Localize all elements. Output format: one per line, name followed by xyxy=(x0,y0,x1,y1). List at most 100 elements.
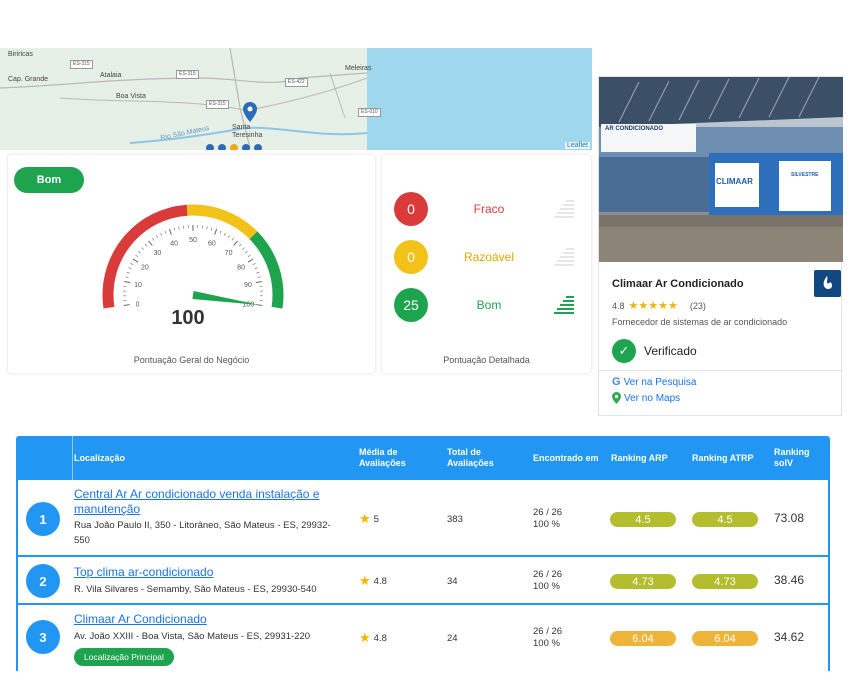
arp-pill: 4.73 xyxy=(610,574,676,589)
header-location[interactable]: Localização xyxy=(74,436,125,480)
gauge-tick xyxy=(233,240,238,246)
view-in-maps-label: Ver no Maps xyxy=(624,392,681,404)
gauge-tick xyxy=(227,235,230,239)
rating-value: 4.8 xyxy=(612,300,625,311)
gauge-tick-label: 80 xyxy=(237,264,245,271)
found-percent: 100 % xyxy=(533,581,560,592)
main-location-badge: Localização Principal xyxy=(74,648,174,666)
gauge-tick xyxy=(128,267,132,270)
location-name-link[interactable]: Central Ar Ar condicionado venda instala… xyxy=(74,487,344,517)
gauge-tick xyxy=(178,226,180,230)
gauge-needle xyxy=(192,291,261,306)
gauge-tick xyxy=(238,243,242,247)
detail-row-bom: 25 Bom xyxy=(394,288,584,324)
road-shield: ES-315 xyxy=(70,60,93,69)
business-name: Climaar Ar Condicionado xyxy=(612,278,744,290)
business-profile-card: AR CONDICIONADO CLIMAAR SILVESTRE Climaa… xyxy=(598,76,843,416)
header-found-in[interactable]: Encontrado em xyxy=(533,436,603,480)
gauge-arc-segment xyxy=(102,204,188,309)
map-cluster-markers[interactable] xyxy=(206,144,266,150)
photo-sign-text: AR CONDICIONADO xyxy=(605,126,663,132)
gauge-tick xyxy=(138,250,141,254)
map-place: Atalaia xyxy=(100,72,122,79)
header-ranking-arp[interactable]: Ranking ARP xyxy=(611,436,691,480)
gauge-tick-label: 50 xyxy=(189,237,197,244)
location-name-link[interactable]: Climaar Ar Condicionado xyxy=(74,612,344,627)
score-gauge: 010203040 50 60708090100 xyxy=(102,204,284,309)
gauge-tick xyxy=(247,254,251,258)
map-attribution[interactable]: Leaflet xyxy=(564,142,590,149)
gauge-tick xyxy=(214,228,218,235)
gauge-tick xyxy=(160,232,163,236)
check-icon: ✓ xyxy=(612,339,636,363)
table-row: 2 Top clima ar-condicionado R. Vila Silv… xyxy=(16,557,830,605)
gauge-tick-label: 10 xyxy=(134,282,142,289)
score-status-badge: Bom xyxy=(14,167,84,193)
signal-bars-icon xyxy=(554,200,574,218)
gauge-tick xyxy=(219,230,222,234)
found-count: 26 / 26 xyxy=(533,626,563,637)
avg-rating: ★ 5 xyxy=(359,511,379,527)
header-total-reviews[interactable]: Total de Avaliações xyxy=(447,436,517,480)
gauge-tick xyxy=(247,258,254,263)
atrp-pill: 4.73 xyxy=(692,574,758,589)
verified-label: Verificado xyxy=(644,344,697,358)
map-place: Meleiras xyxy=(345,65,372,72)
gauge-tick xyxy=(164,230,167,234)
gauge-tick xyxy=(156,235,159,239)
gauge-tick-label: 70 xyxy=(225,250,233,257)
detail-row-fraco: 0 Fraco xyxy=(394,192,584,228)
detail-label: Fraco xyxy=(473,202,505,216)
header-ranking-atrp[interactable]: Ranking ATRP xyxy=(692,436,772,480)
road-shield: ES-010 xyxy=(358,108,381,117)
overall-score-card: Bom 0 10 20 30 40 50 60 70 80 90 100 100 Pontuação… xyxy=(8,155,375,373)
gauge-tick xyxy=(242,247,245,250)
sea-area xyxy=(367,48,592,150)
verified-status: ✓ Verificado xyxy=(612,339,697,363)
map-panel[interactable]: Biriricas Cap. Grande Atalaia Boa Vista … xyxy=(0,48,592,150)
gauge-tick xyxy=(255,281,262,284)
gauge-tick-label: 60 xyxy=(208,240,216,247)
total-reviews: 383 xyxy=(447,514,463,525)
gauge-tick xyxy=(126,271,130,274)
avg-rating-value: 4.8 xyxy=(373,632,387,644)
gauge-tick xyxy=(123,304,130,306)
total-reviews: 34 xyxy=(447,576,458,587)
map-pin-icon[interactable] xyxy=(243,102,257,127)
maps-pin-icon xyxy=(612,392,621,404)
avg-rating: ★ 4.8 xyxy=(359,630,387,646)
detail-count-circle: 0 xyxy=(394,192,428,226)
gauge-tick xyxy=(173,227,176,231)
location-address: Av. João XXIII - Boa Vista, São Mateus -… xyxy=(74,631,311,642)
header-ranking-solv[interactable]: Ranking solV xyxy=(774,436,824,480)
detailed-score-caption: Pontuação Detalhada xyxy=(443,355,530,365)
star-icon: ★ xyxy=(359,630,371,645)
map-place: Boa Vista xyxy=(116,93,146,100)
business-photo[interactable]: AR CONDICIONADO CLIMAAR SILVESTRE xyxy=(599,77,843,262)
header-avg-reviews[interactable]: Média de Avaliações xyxy=(359,436,429,480)
location-name-link[interactable]: Top clima ar-condicionado xyxy=(74,565,344,580)
table-row: 1 Central Ar Ar condicionado venda insta… xyxy=(16,480,830,557)
rating-stars-icon: ★★★★★ xyxy=(628,300,678,312)
photo-sign-text: CLIMAAR xyxy=(716,177,753,186)
star-icon: ★ xyxy=(359,511,371,526)
avg-rating-value: 4.8 xyxy=(373,575,387,587)
gauge-tick xyxy=(124,281,131,284)
gauge-tick xyxy=(148,240,153,246)
avg-rating-value: 5 xyxy=(373,513,379,525)
detail-label: Razoável xyxy=(463,250,515,264)
star-icon: ★ xyxy=(359,573,371,588)
found-count: 26 / 26 xyxy=(533,507,563,518)
table-header: Localização Média de Avaliações Total de… xyxy=(16,436,830,480)
found-count: 26 / 26 xyxy=(533,569,563,580)
road-shield: ES-422 xyxy=(285,78,308,87)
business-category: Fornecedor de sistemas de ar condicionad… xyxy=(612,317,788,327)
view-in-maps-link[interactable]: Ver no Maps xyxy=(612,392,680,404)
view-in-search-link[interactable]: G Ver na Pesquisa xyxy=(612,376,696,388)
arp-pill: 4.5 xyxy=(610,512,676,527)
business-rating: 4.8 ★★★★★ (23) xyxy=(612,299,706,312)
map-place: Biriricas xyxy=(8,51,33,58)
detail-count-circle: 0 xyxy=(394,240,428,274)
review-count[interactable]: (23) xyxy=(690,301,706,311)
total-reviews: 24 xyxy=(447,633,458,644)
